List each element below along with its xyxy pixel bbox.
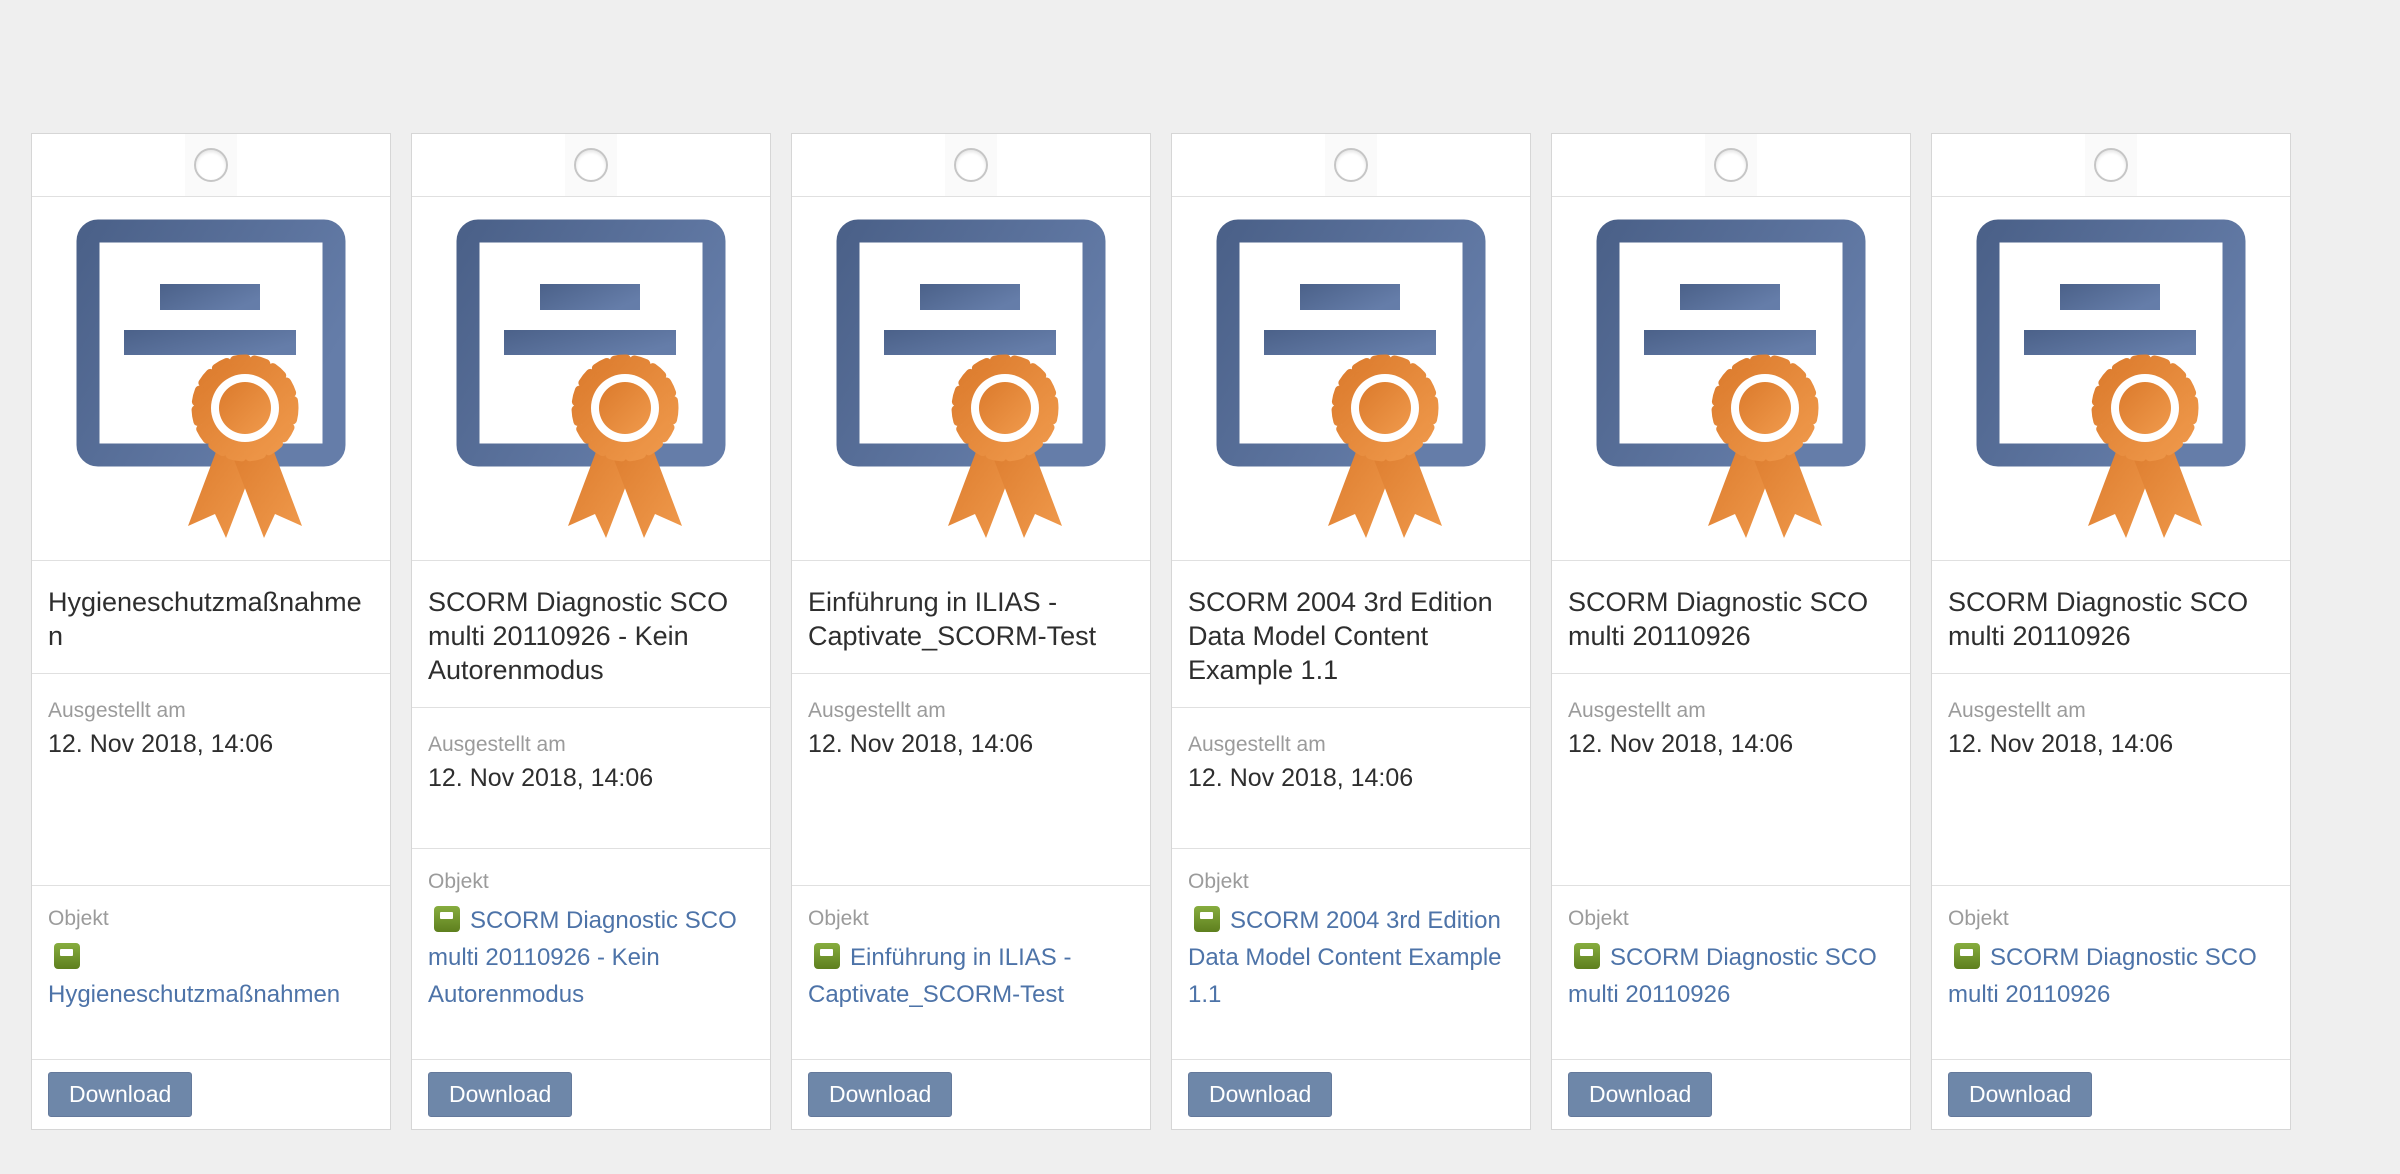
object-label: Objekt	[808, 904, 1134, 933]
issued-section: Ausgestellt am 12. Nov 2018, 14:06	[792, 673, 1150, 885]
certificate-icon	[75, 218, 347, 540]
card-title: Hygieneschutzmaßnahmen	[32, 560, 390, 673]
radio-unchecked-icon[interactable]	[1714, 148, 1748, 182]
object-link[interactable]: SCORM Diagnostic SCO multi 20110926	[1948, 939, 2274, 1013]
object-link[interactable]: SCORM 2004 3rd Edition Data Model Conten…	[1188, 902, 1514, 1013]
issued-section: Ausgestellt am 12. Nov 2018, 14:06	[1932, 673, 2290, 885]
object-link[interactable]: SCORM Diagnostic SCO multi 20110926 - Ke…	[428, 902, 754, 1013]
object-label: Objekt	[428, 867, 754, 896]
download-button[interactable]: Download	[1568, 1072, 1712, 1117]
card-title: SCORM Diagnostic SCO multi 20110926	[1552, 560, 1910, 673]
issued-date: 12. Nov 2018, 14:06	[1188, 761, 1514, 795]
issued-date: 12. Nov 2018, 14:06	[808, 727, 1134, 761]
certificate-card: Hygieneschutzmaßnahmen Ausgestellt am 12…	[31, 133, 391, 1130]
download-button[interactable]: Download	[428, 1072, 572, 1117]
certificates-grid: Hygieneschutzmaßnahmen Ausgestellt am 12…	[31, 133, 2291, 1130]
card-select-row	[1552, 134, 1910, 196]
certificate-card: SCORM Diagnostic SCO multi 20110926 Ausg…	[1931, 133, 2291, 1130]
download-section: Download	[1932, 1059, 2290, 1129]
card-title: SCORM Diagnostic SCO multi 20110926	[1932, 560, 2290, 673]
issued-label: Ausgestellt am	[428, 730, 754, 759]
object-link-label: SCORM Diagnostic SCO multi 20110926 - Ke…	[428, 907, 737, 1008]
object-section: Objekt SCORM 2004 3rd Edition Data Model…	[1172, 848, 1530, 1059]
certificate-icon	[1215, 218, 1487, 540]
download-section: Download	[792, 1059, 1150, 1129]
radio-unchecked-icon[interactable]	[1334, 148, 1368, 182]
issued-label: Ausgestellt am	[1188, 730, 1514, 759]
card-image-area	[792, 196, 1150, 560]
certificate-icon	[455, 218, 727, 540]
object-link[interactable]: SCORM Diagnostic SCO multi 20110926	[1568, 939, 1894, 1013]
issued-section: Ausgestellt am 12. Nov 2018, 14:06	[412, 707, 770, 848]
learning-module-icon	[814, 943, 840, 969]
download-button[interactable]: Download	[48, 1072, 192, 1117]
learning-module-icon	[54, 943, 80, 969]
object-link-label: SCORM Diagnostic SCO multi 20110926	[1568, 944, 1877, 1008]
card-image-area	[412, 196, 770, 560]
download-button[interactable]: Download	[1188, 1072, 1332, 1117]
issued-section: Ausgestellt am 12. Nov 2018, 14:06	[1552, 673, 1910, 885]
radio-unchecked-icon[interactable]	[574, 148, 608, 182]
object-link-label: Einführung in ILIAS - Captivate_SCORM-Te…	[808, 944, 1071, 1008]
card-image-area	[32, 196, 390, 560]
radio-unchecked-icon[interactable]	[194, 148, 228, 182]
object-section: Objekt Einführung in ILIAS - Captivate_S…	[792, 885, 1150, 1059]
object-label: Objekt	[1568, 904, 1894, 933]
learning-module-icon	[1194, 906, 1220, 932]
issued-date: 12. Nov 2018, 14:06	[48, 727, 374, 761]
card-select-row	[1932, 134, 2290, 196]
issued-label: Ausgestellt am	[48, 696, 374, 725]
certificate-icon	[1595, 218, 1867, 540]
issued-date: 12. Nov 2018, 14:06	[428, 761, 754, 795]
object-link-label: Hygieneschutzmaßnahmen	[48, 981, 340, 1008]
card-title: SCORM Diagnostic SCO multi 20110926 - Ke…	[412, 560, 770, 707]
card-image-area	[1552, 196, 1910, 560]
object-section: Objekt Hygieneschutzmaßnahmen	[32, 885, 390, 1059]
learning-module-icon	[1574, 943, 1600, 969]
object-section: Objekt SCORM Diagnostic SCO multi 201109…	[1932, 885, 2290, 1059]
learning-module-icon	[434, 906, 460, 932]
card-title: Einführung in ILIAS - Captivate_SCORM-Te…	[792, 560, 1150, 673]
object-link[interactable]: Einführung in ILIAS - Captivate_SCORM-Te…	[808, 939, 1134, 1013]
certificate-icon	[835, 218, 1107, 540]
download-section: Download	[32, 1059, 390, 1129]
issued-section: Ausgestellt am 12. Nov 2018, 14:06	[1172, 707, 1530, 848]
certificate-card: SCORM Diagnostic SCO multi 20110926 - Ke…	[411, 133, 771, 1130]
download-button[interactable]: Download	[1948, 1072, 2092, 1117]
object-link-label: SCORM Diagnostic SCO multi 20110926	[1948, 944, 2257, 1008]
object-label: Objekt	[1948, 904, 2274, 933]
certificate-card: Einführung in ILIAS - Captivate_SCORM-Te…	[791, 133, 1151, 1130]
object-link-label: SCORM 2004 3rd Edition Data Model Conten…	[1188, 907, 1502, 1008]
object-label: Objekt	[48, 904, 374, 933]
card-select-row	[1172, 134, 1530, 196]
issued-date: 12. Nov 2018, 14:06	[1948, 727, 2274, 761]
card-select-row	[412, 134, 770, 196]
object-section: Objekt SCORM Diagnostic SCO multi 201109…	[1552, 885, 1910, 1059]
card-image-area	[1172, 196, 1530, 560]
radio-unchecked-icon[interactable]	[954, 148, 988, 182]
certificate-card: SCORM Diagnostic SCO multi 20110926 Ausg…	[1551, 133, 1911, 1130]
issued-date: 12. Nov 2018, 14:06	[1568, 727, 1894, 761]
issued-label: Ausgestellt am	[1948, 696, 2274, 725]
card-select-row	[32, 134, 390, 196]
learning-module-icon	[1954, 943, 1980, 969]
certificate-icon	[1975, 218, 2247, 540]
download-section: Download	[412, 1059, 770, 1129]
issued-label: Ausgestellt am	[808, 696, 1134, 725]
certificate-card: SCORM 2004 3rd Edition Data Model Conten…	[1171, 133, 1531, 1130]
card-select-row	[792, 134, 1150, 196]
object-link[interactable]: Hygieneschutzmaßnahmen	[48, 939, 374, 1013]
card-title: SCORM 2004 3rd Edition Data Model Conten…	[1172, 560, 1530, 707]
object-label: Objekt	[1188, 867, 1514, 896]
object-section: Objekt SCORM Diagnostic SCO multi 201109…	[412, 848, 770, 1059]
download-button[interactable]: Download	[808, 1072, 952, 1117]
card-image-area	[1932, 196, 2290, 560]
radio-unchecked-icon[interactable]	[2094, 148, 2128, 182]
download-section: Download	[1172, 1059, 1530, 1129]
issued-section: Ausgestellt am 12. Nov 2018, 14:06	[32, 673, 390, 885]
download-section: Download	[1552, 1059, 1910, 1129]
issued-label: Ausgestellt am	[1568, 696, 1894, 725]
